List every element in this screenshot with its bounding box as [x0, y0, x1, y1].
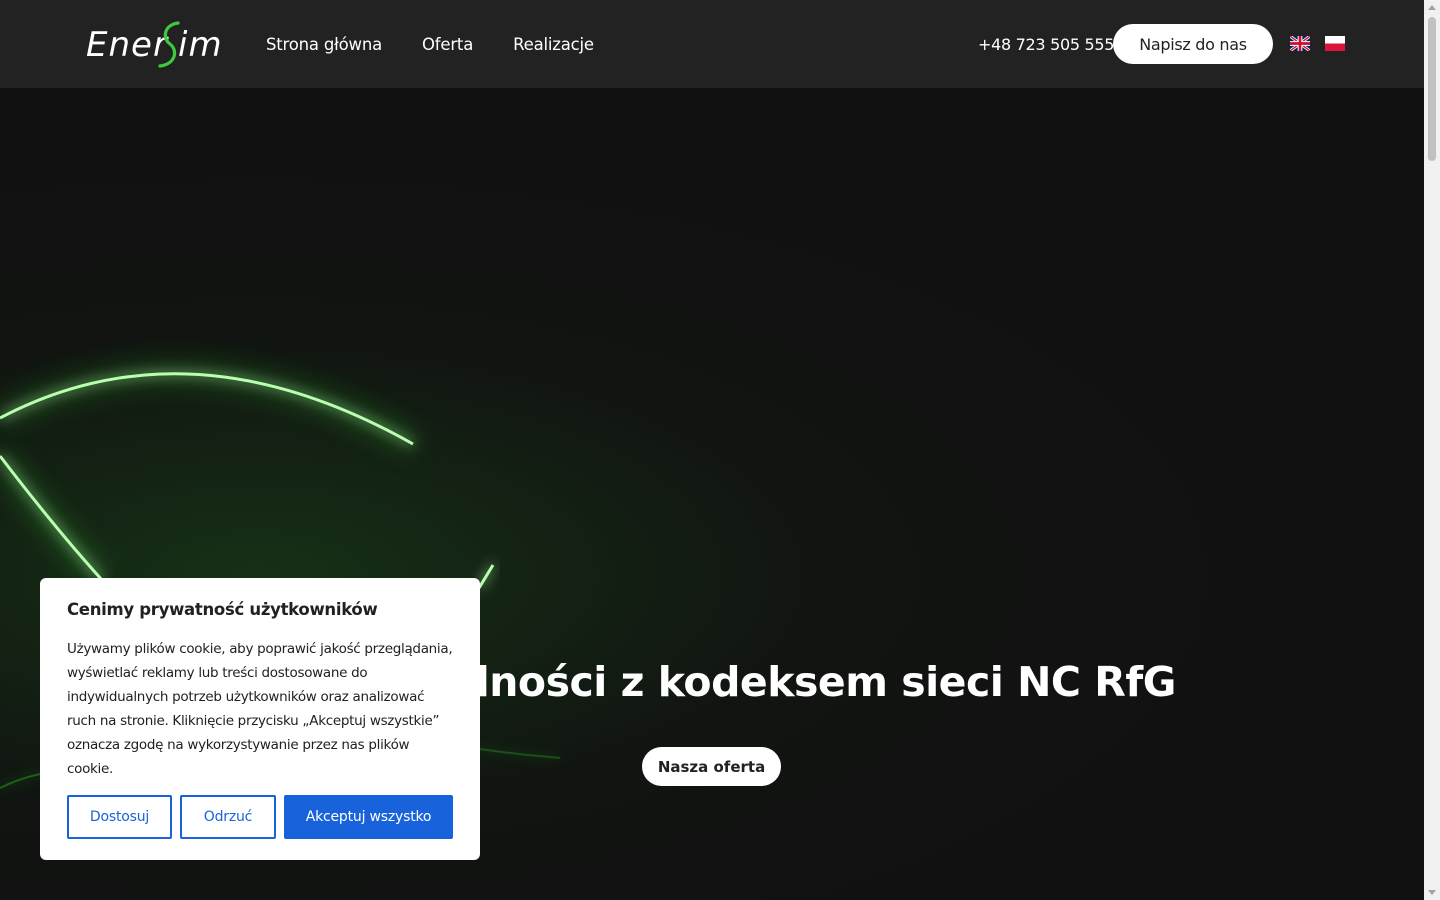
cookie-description: Używamy plików cookie, aby poprawić jako…	[67, 641, 453, 777]
scroll-down-arrow-icon[interactable]	[1428, 890, 1436, 895]
enersim-logo[interactable]: Ener im	[86, 21, 226, 68]
svg-text:im: im	[178, 25, 223, 65]
phone-number[interactable]: +48 723 505 555	[978, 0, 1114, 88]
our-offer-button[interactable]: Nasza oferta	[642, 747, 781, 786]
cookie-buttons: Dostosuj Odrzuć Akceptuj wszystko	[67, 795, 453, 839]
accept-all-button[interactable]: Akceptuj wszystko	[284, 795, 453, 839]
scroll-up-arrow-icon[interactable]	[1428, 5, 1436, 10]
enersim-logo-image: Ener im	[86, 21, 223, 68]
nav-offer[interactable]: Oferta	[422, 35, 473, 54]
reject-button[interactable]: Odrzuć	[180, 795, 276, 839]
page-scrollbar[interactable]	[1424, 0, 1440, 900]
uk-flag-icon[interactable]	[1290, 36, 1310, 51]
scrollbar-thumb[interactable]	[1428, 17, 1436, 161]
cookie-title: Cenimy prywatność użytkowników	[67, 600, 378, 619]
svg-text:Ener: Ener	[86, 25, 169, 65]
site-header: Ener im Strona główna Oferta Realizacje …	[0, 0, 1424, 88]
poland-flag-icon[interactable]	[1325, 36, 1345, 51]
cookie-consent-dialog: Cenimy prywatność użytkowników Używamy p…	[40, 578, 480, 860]
contact-button[interactable]: Napisz do nas	[1113, 24, 1273, 64]
nav-home[interactable]: Strona główna	[266, 35, 382, 54]
customize-button[interactable]: Dostosuj	[67, 795, 172, 839]
main-nav: Strona główna Oferta Realizacje	[266, 0, 594, 88]
nav-projects[interactable]: Realizacje	[513, 35, 594, 54]
